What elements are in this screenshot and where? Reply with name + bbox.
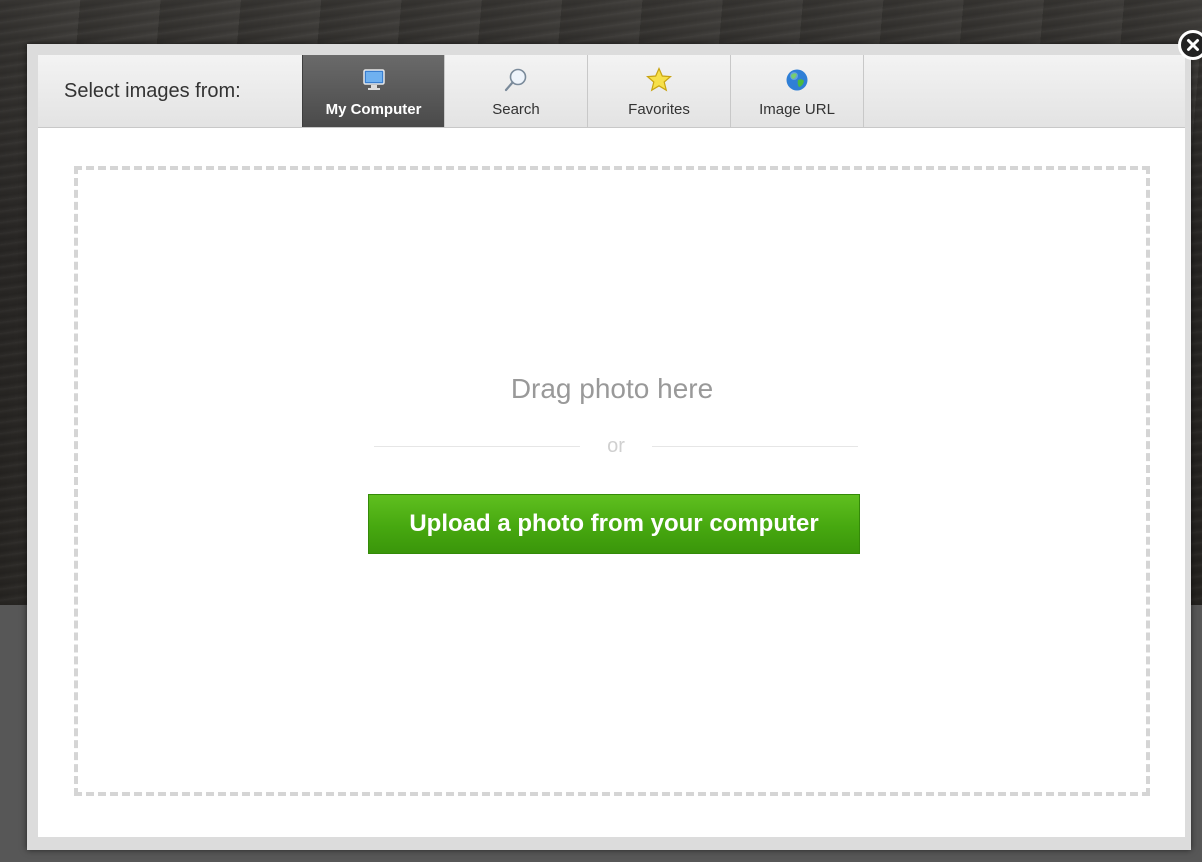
magnifier-icon xyxy=(503,67,529,93)
upload-photo-button[interactable]: Upload a photo from your computer xyxy=(368,494,860,554)
tab-search[interactable]: Search xyxy=(444,55,587,127)
divider-line-right xyxy=(652,446,858,447)
monitor-icon xyxy=(361,67,387,93)
image-picker-dialog: Select images from: My Computer Search F… xyxy=(27,44,1191,850)
source-tab-bar: Select images from: My Computer Search F… xyxy=(38,55,1185,128)
tab-label: My Computer xyxy=(325,101,422,118)
photo-dropzone[interactable]: Drag photo here or Upload a photo from y… xyxy=(74,166,1150,796)
upload-panel: Drag photo here or Upload a photo from y… xyxy=(38,128,1185,837)
tab-label: Image URL xyxy=(759,101,835,118)
or-divider: or xyxy=(374,434,858,458)
tab-image-url[interactable]: Image URL xyxy=(730,55,863,127)
close-icon xyxy=(1187,39,1199,51)
tab-label: Favorites xyxy=(628,101,690,118)
globe-icon xyxy=(784,67,810,93)
close-dialog-button[interactable] xyxy=(1178,30,1202,60)
tab-my-computer[interactable]: My Computer xyxy=(302,55,444,127)
star-icon xyxy=(646,67,672,93)
tab-label: Search xyxy=(492,101,540,118)
tab-favorites[interactable]: Favorites xyxy=(587,55,730,127)
tab-divider xyxy=(863,55,864,127)
drag-photo-text: Drag photo here xyxy=(510,373,714,404)
source-label: Select images from: xyxy=(64,80,241,102)
